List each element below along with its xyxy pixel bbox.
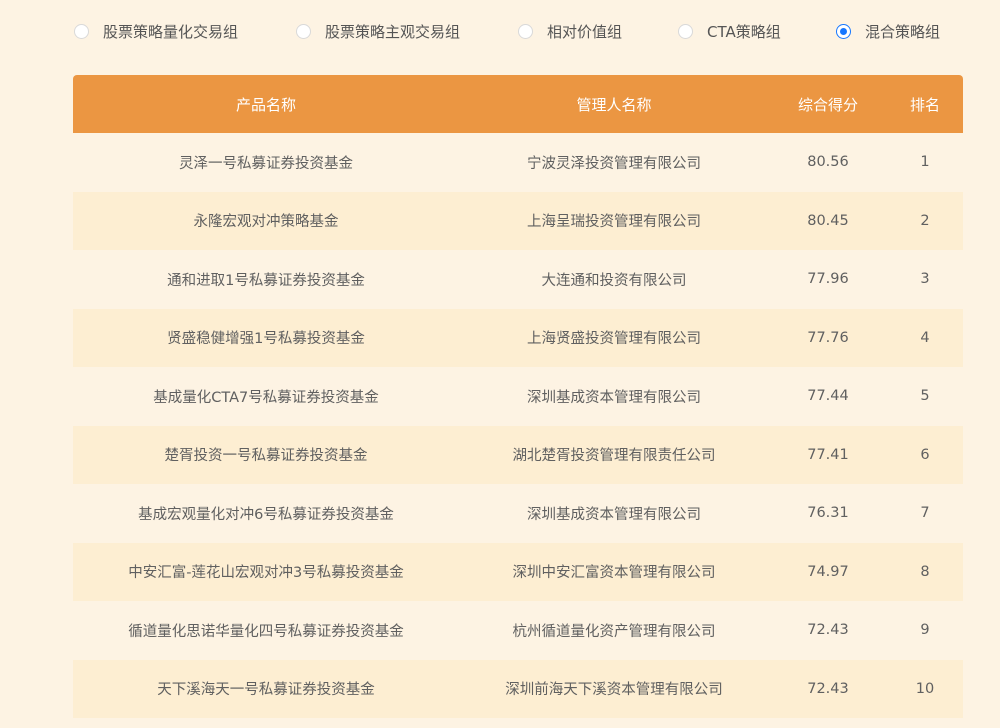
cell-score: 72.43 xyxy=(807,680,849,697)
tab-label: 股票策略主观交易组 xyxy=(325,22,461,41)
cell-score: 77.44 xyxy=(807,388,849,405)
cell-score: 80.56 xyxy=(807,154,849,171)
header-score: 综合得分 xyxy=(797,95,858,114)
cell-product-name: 灵泽一号私募证券投资基金 xyxy=(179,155,353,172)
cell-rank: 2 xyxy=(920,212,930,229)
cell-rank: 1 xyxy=(920,154,930,171)
ranking-table: 产品名称 管理人名称 综合得分 排名 灵泽一号私募证券投资基金 宁波灵泽投资管理… xyxy=(73,75,963,718)
cell-rank: 6 xyxy=(920,446,930,463)
table-row: 灵泽一号私募证券投资基金 宁波灵泽投资管理有限公司 80.56 1 xyxy=(73,133,963,192)
cell-manager-name: 大连通和投资有限公司 xyxy=(541,272,687,289)
cell-product-name: 楚胥投资一号私募证券投资基金 xyxy=(164,448,368,465)
cell-rank: 5 xyxy=(920,388,930,405)
tab-relative-value[interactable]: 相对价值组 xyxy=(518,18,622,44)
cell-rank: 10 xyxy=(915,680,935,697)
cell-manager-name: 杭州循道量化资产管理有限公司 xyxy=(512,623,716,640)
cell-manager-name: 上海贤盛投资管理有限公司 xyxy=(527,331,701,348)
cell-score: 77.76 xyxy=(807,329,849,346)
cell-product-name: 基成量化CTA7号私募证券投资基金 xyxy=(153,389,379,406)
page: 股票策略量化交易组 股票策略主观交易组 相对价值组 CTA策略组 混合策略组 产… xyxy=(0,0,1000,728)
tab-stock-quant[interactable]: 股票策略量化交易组 xyxy=(74,18,238,44)
strategy-group-tabs: 股票策略量化交易组 股票策略主观交易组 相对价值组 CTA策略组 混合策略组 xyxy=(74,18,974,44)
cell-product-name: 中安汇富-莲花山宏观对冲3号私募投资基金 xyxy=(128,565,404,582)
cell-product-name: 天下溪海天一号私募证券投资基金 xyxy=(157,682,375,699)
cell-manager-name: 上海呈瑞投资管理有限公司 xyxy=(527,214,701,231)
table-body: 灵泽一号私募证券投资基金 宁波灵泽投资管理有限公司 80.56 1 永隆宏观对冲… xyxy=(73,133,963,718)
table-row: 中安汇富-莲花山宏观对冲3号私募投资基金 深圳中安汇富资本管理有限公司 74.9… xyxy=(73,542,963,601)
cell-rank: 8 xyxy=(920,563,930,580)
cell-score: 76.31 xyxy=(807,505,849,522)
cell-product-name: 基成宏观量化对冲6号私募证券投资基金 xyxy=(138,506,394,523)
radio-checked-icon[interactable] xyxy=(836,23,851,39)
table-row: 基成量化CTA7号私募证券投资基金 深圳基成资本管理有限公司 77.44 5 xyxy=(73,367,963,426)
tab-label: 混合策略组 xyxy=(865,22,941,41)
table-row: 贤盛稳健增强1号私募投资基金 上海贤盛投资管理有限公司 77.76 4 xyxy=(73,308,963,367)
cell-score: 72.43 xyxy=(807,622,849,639)
cell-manager-name: 宁波灵泽投资管理有限公司 xyxy=(527,155,701,172)
cell-score: 74.97 xyxy=(807,563,849,580)
tab-label: 相对价值组 xyxy=(547,22,623,41)
cell-rank: 4 xyxy=(920,329,930,346)
cell-product-name: 贤盛稳健增强1号私募投资基金 xyxy=(167,331,365,348)
radio-icon[interactable] xyxy=(678,23,693,39)
tab-label: CTA策略组 xyxy=(707,22,781,41)
cell-rank: 7 xyxy=(920,505,930,522)
cell-manager-name: 深圳中安汇富资本管理有限公司 xyxy=(512,565,716,582)
table-header: 产品名称 管理人名称 综合得分 排名 xyxy=(73,75,963,133)
cell-rank: 9 xyxy=(920,622,930,639)
table-row: 循道量化思诺华量化四号私募证券投资基金 杭州循道量化资产管理有限公司 72.43… xyxy=(73,601,963,660)
radio-icon[interactable] xyxy=(518,23,533,39)
radio-icon[interactable] xyxy=(296,23,311,39)
cell-product-name: 永隆宏观对冲策略基金 xyxy=(193,214,339,231)
tab-stock-discretionary[interactable]: 股票策略主观交易组 xyxy=(296,18,460,44)
tab-mixed[interactable]: 混合策略组 xyxy=(836,18,940,44)
cell-manager-name: 深圳前海天下溪资本管理有限公司 xyxy=(505,682,723,699)
cell-score: 80.45 xyxy=(807,212,849,229)
cell-manager-name: 深圳基成资本管理有限公司 xyxy=(527,506,701,523)
header-rank: 排名 xyxy=(909,95,940,114)
cell-score: 77.96 xyxy=(807,271,849,288)
cell-product-name: 通和进取1号私募证券投资基金 xyxy=(167,272,365,289)
radio-icon[interactable] xyxy=(74,23,89,39)
tab-label: 股票策略量化交易组 xyxy=(103,22,239,41)
table-row: 基成宏观量化对冲6号私募证券投资基金 深圳基成资本管理有限公司 76.31 7 xyxy=(73,484,963,543)
ranking-table-container: 产品名称 管理人名称 综合得分 排名 灵泽一号私募证券投资基金 宁波灵泽投资管理… xyxy=(73,75,963,718)
tab-cta[interactable]: CTA策略组 xyxy=(678,18,781,44)
table-row: 天下溪海天一号私募证券投资基金 深圳前海天下溪资本管理有限公司 72.43 10 xyxy=(73,659,963,718)
cell-manager-name: 湖北楚胥投资管理有限责任公司 xyxy=(512,448,716,465)
table-row: 永隆宏观对冲策略基金 上海呈瑞投资管理有限公司 80.45 2 xyxy=(73,191,963,250)
header-product-name: 产品名称 xyxy=(235,95,296,114)
header-manager-name: 管理人名称 xyxy=(576,95,652,114)
header-row: 产品名称 管理人名称 综合得分 排名 xyxy=(73,75,963,133)
cell-manager-name: 深圳基成资本管理有限公司 xyxy=(527,389,701,406)
cell-score: 77.41 xyxy=(807,446,849,463)
table-row: 通和进取1号私募证券投资基金 大连通和投资有限公司 77.96 3 xyxy=(73,250,963,309)
table-row: 楚胥投资一号私募证券投资基金 湖北楚胥投资管理有限责任公司 77.41 6 xyxy=(73,425,963,484)
cell-product-name: 循道量化思诺华量化四号私募证券投资基金 xyxy=(128,623,404,640)
cell-rank: 3 xyxy=(920,271,930,288)
